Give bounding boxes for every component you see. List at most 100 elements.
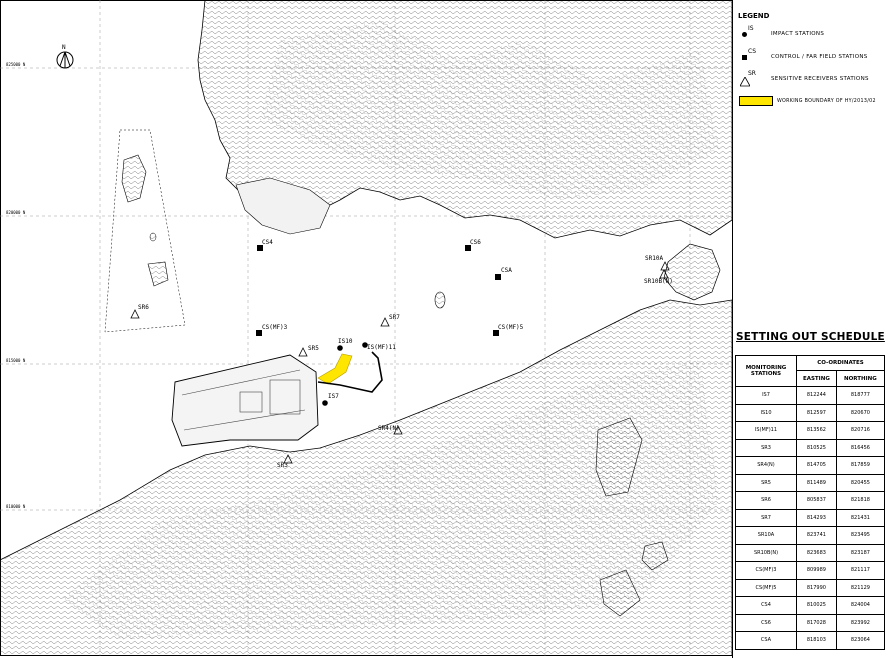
table-row: CSA 818103 823064: [735, 631, 886, 650]
station-is-mf11: IS(MF)11: [362, 342, 396, 351]
station-cs-mf3: CS(MF)3: [256, 324, 288, 336]
cell-easting: 812597: [796, 403, 837, 422]
station-sr5: SR5: [298, 345, 319, 357]
cell-easting: 813562: [796, 421, 837, 440]
table-row: SR3 810525 816456: [735, 438, 886, 457]
legend-panel: LEGEND IS IMPACT STATIONS CS CONTROL / F…: [732, 0, 888, 658]
cell-easting: 823683: [796, 543, 837, 562]
cell-easting: 814705: [796, 456, 837, 475]
svg-text:SR7: SR7: [389, 314, 400, 321]
legend-item-boundary: WORKING BOUNDARY OF HY/2013/02: [739, 96, 876, 106]
svg-text:SR10B(N): SR10B(N): [644, 278, 673, 285]
cell-northing: 824004: [835, 596, 886, 615]
cell-easting: 809989: [796, 561, 837, 580]
cell-station: IS(MF)11: [735, 421, 797, 440]
legend-item-sensitive: SR SENSITIVE RECEIVERS STATIONS: [739, 70, 869, 88]
western-island-2: [147, 261, 169, 287]
station-cs4: CS4: [257, 239, 273, 251]
svg-text:CS6: CS6: [470, 239, 481, 246]
eastern-island: [663, 243, 721, 301]
station-is7: IS7: [322, 393, 339, 406]
cell-easting: 810525: [796, 438, 837, 457]
table-row: CS4 810025 824004: [735, 596, 886, 615]
legend-item-impact: IS IMPACT STATIONS: [739, 25, 824, 43]
setting-out-table: MONITORING STATIONS CO-ORDINATES EASTING…: [735, 355, 886, 650]
table-row: IS7 812244 818777: [735, 386, 886, 405]
cell-northing: 821117: [835, 561, 886, 580]
western-islands-boundary: [104, 129, 186, 333]
station-cs6: CS6: [465, 239, 481, 251]
svg-text:CS(MF)5: CS(MF)5: [498, 324, 524, 331]
grid-label: 810000 N: [6, 504, 26, 509]
cell-easting: 805837: [796, 491, 837, 510]
cell-northing: 821129: [835, 578, 886, 597]
cell-northing: 818777: [835, 386, 886, 405]
cell-easting: 817028: [796, 613, 837, 632]
cell-northing: 820716: [835, 421, 886, 440]
cell-northing: 821818: [835, 491, 886, 510]
impact-circle-icon: IS: [739, 25, 754, 43]
table-row: SR5 811489 820455: [735, 473, 886, 492]
svg-text:SR6: SR6: [138, 304, 149, 311]
schedule-title: SETTING OUT SCHEDULE: [736, 331, 885, 343]
north-arrow-icon: N: [56, 44, 74, 69]
station-is10: IS10: [337, 338, 353, 351]
north-label: N: [62, 44, 66, 51]
legend-item-control: CS CONTROL / FAR FIELD STATIONS: [739, 48, 868, 66]
cell-station: SR10B(N): [735, 543, 797, 562]
cell-northing: 820455: [835, 473, 886, 492]
station-sr7: SR7: [380, 314, 400, 327]
cell-station: CSA: [735, 631, 797, 650]
col-station: MONITORING STATIONS: [735, 355, 797, 387]
airport-platform: [171, 354, 319, 447]
cell-station: IS7: [735, 386, 797, 405]
station-csa: CSA: [495, 267, 512, 280]
col-easting: EASTING: [796, 370, 837, 387]
cell-northing: 823064: [835, 631, 886, 650]
cell-station: SR6: [735, 491, 797, 510]
table-row: SR6 805837 821818: [735, 491, 886, 510]
cell-station: IS10: [735, 403, 797, 422]
cell-station: SR3: [735, 438, 797, 457]
table-row: CS6 817028 823992: [735, 613, 886, 632]
cell-northing: 823992: [835, 613, 886, 632]
cell-easting: 818103: [796, 631, 837, 650]
svg-text:CSA: CSA: [501, 267, 512, 274]
table-row: IS(MF)11 813562 820716: [735, 421, 886, 440]
cell-station: SR7: [735, 508, 797, 527]
cell-easting: 811489: [796, 473, 837, 492]
svg-text:SR5: SR5: [308, 345, 319, 352]
cell-station: SR5: [735, 473, 797, 492]
cell-station: CS(MF)3: [735, 561, 797, 580]
cell-easting: 812244: [796, 386, 837, 405]
svg-text:IS10: IS10: [338, 338, 353, 345]
svg-text:IS(MF)11: IS(MF)11: [367, 344, 396, 351]
table-row: CS(MF)5 817990 821129: [735, 578, 886, 597]
cell-easting: 814293: [796, 508, 837, 527]
receiver-triangle-icon: SR: [739, 70, 756, 88]
cell-station: CS6: [735, 613, 797, 632]
western-island-1: [121, 154, 147, 203]
station-sr6: SR6: [130, 304, 149, 319]
svg-text:IS7: IS7: [328, 393, 339, 400]
cell-easting: 823741: [796, 526, 837, 545]
svg-text:SR3: SR3: [277, 462, 288, 469]
cell-northing: 816456: [835, 438, 886, 457]
site-map: 825000 N 820000 N 815000 N 810000 N N CS…: [0, 0, 732, 656]
islet: [434, 291, 446, 309]
cell-northing: 823187: [835, 543, 886, 562]
cell-northing: 820670: [835, 403, 886, 422]
cell-northing: 821431: [835, 508, 886, 527]
table-row: IS10 812597 820670: [735, 403, 886, 422]
col-northing: NORTHING: [835, 370, 886, 387]
svg-text:CS(MF)3: CS(MF)3: [262, 324, 288, 331]
svg-text:CS4: CS4: [262, 239, 273, 246]
svg-text:SR10A: SR10A: [645, 255, 663, 262]
station-cs-mf5: CS(MF)5: [493, 324, 524, 336]
table-row: SR7 814293 821431: [735, 508, 886, 527]
grid-label: 820000 N: [6, 210, 26, 215]
cell-station: CS4: [735, 596, 797, 615]
cell-northing: 823495: [835, 526, 886, 545]
cell-station: SR4(N): [735, 456, 797, 475]
control-square-icon: CS: [739, 48, 756, 66]
